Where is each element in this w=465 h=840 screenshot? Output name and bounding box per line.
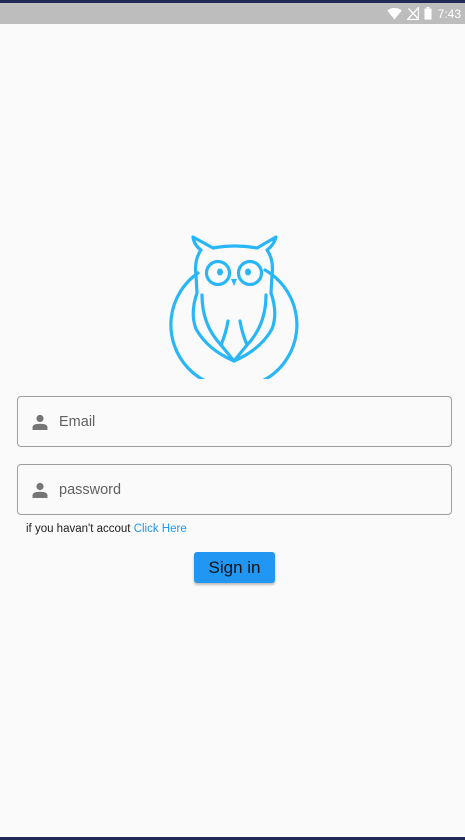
person-icon	[30, 412, 50, 432]
no-signal-icon	[406, 7, 419, 20]
wifi-icon	[386, 7, 402, 20]
password-input[interactable]	[59, 465, 451, 514]
login-screen: 7:43 Email if you havan't accout Click H…	[0, 0, 465, 840]
signup-prompt-line: if you havan't accout Click Here	[26, 523, 187, 535]
email-input[interactable]	[59, 397, 451, 446]
battery-icon	[424, 7, 432, 20]
signup-link[interactable]: Click Here	[134, 523, 187, 535]
sign-in-button[interactable]: Sign in	[194, 552, 275, 583]
person-icon	[30, 480, 50, 500]
status-time: 7:43	[437, 6, 461, 21]
status-bar: 7:43	[0, 3, 465, 24]
signup-prompt-text: if you havan't accout	[26, 523, 134, 535]
email-field[interactable]	[17, 396, 452, 447]
owl-logo-icon	[168, 233, 300, 390]
password-field[interactable]	[17, 464, 452, 515]
